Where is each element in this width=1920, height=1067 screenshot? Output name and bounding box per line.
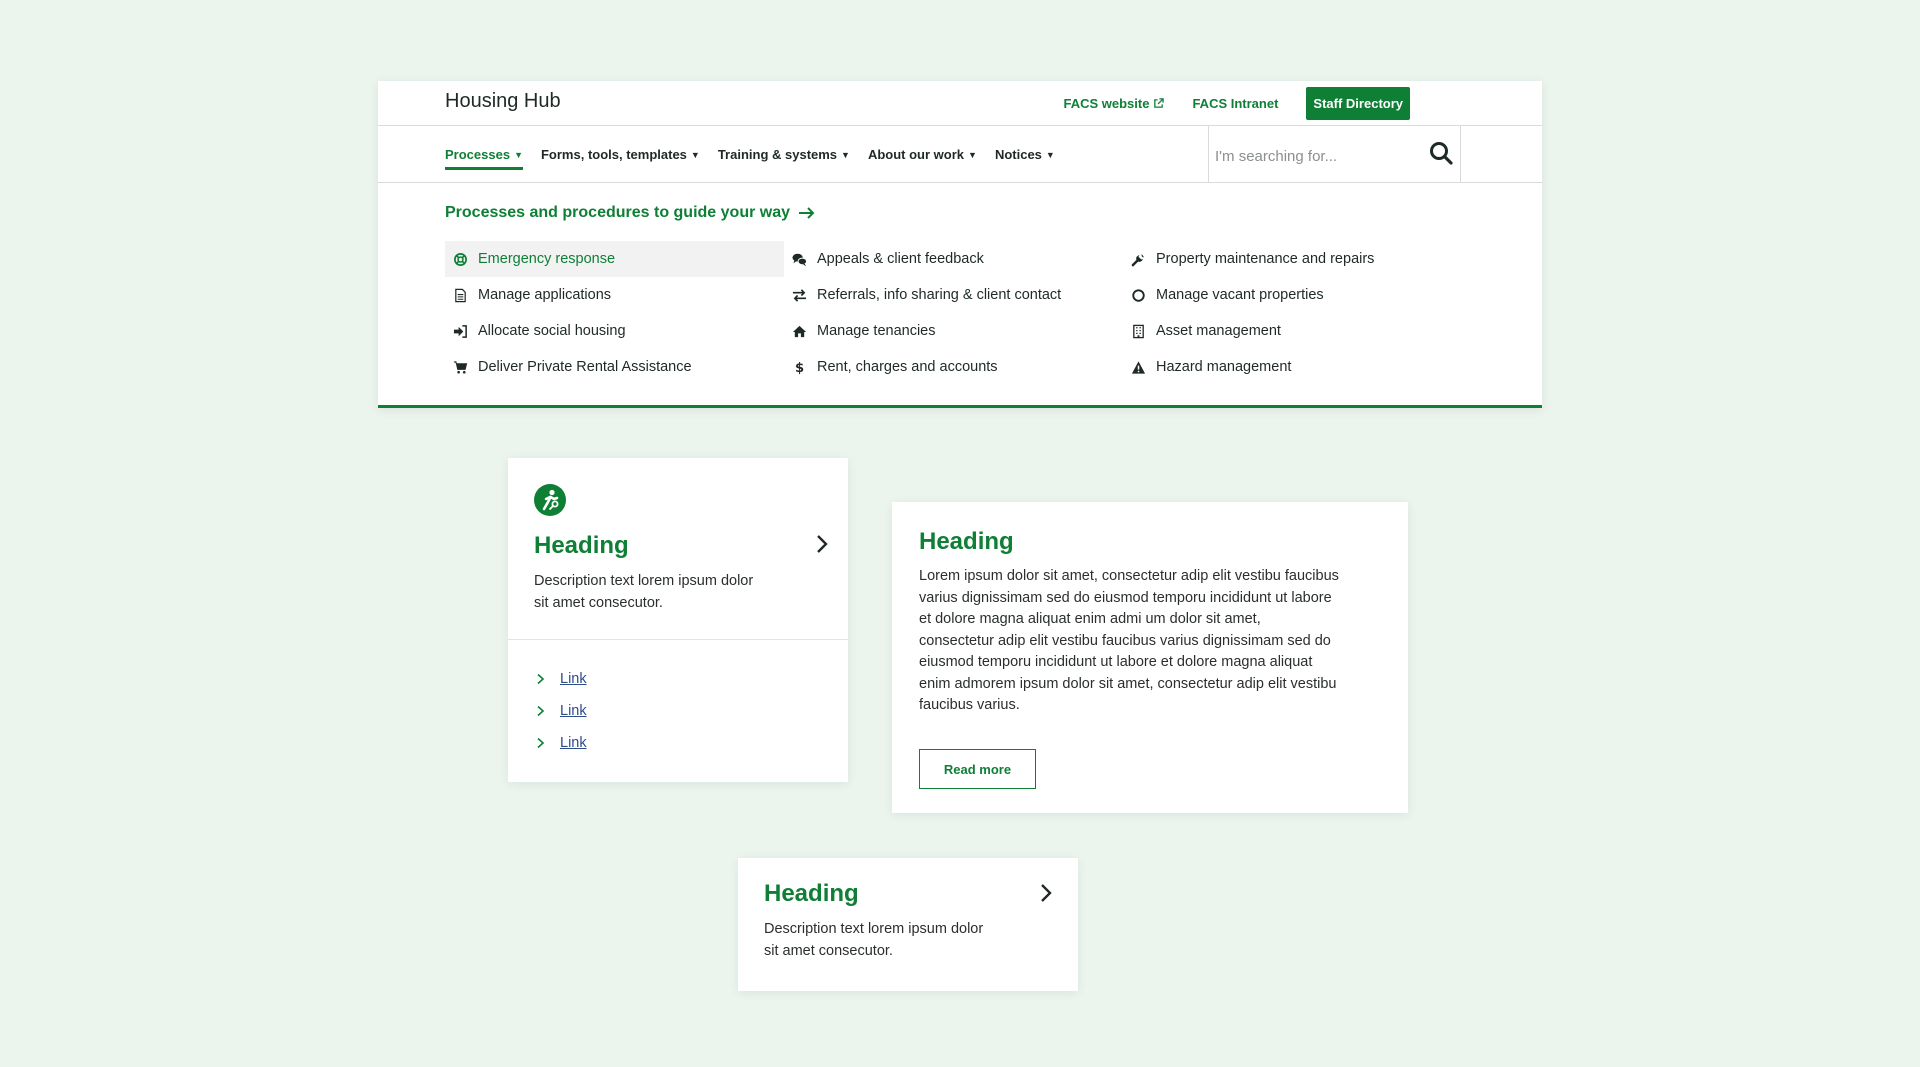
main-nav: Processes ▼ Forms, tools, templates ▼ Trai… — [378, 126, 1542, 183]
search-icon[interactable] — [1428, 140, 1454, 166]
card-heading[interactable]: Heading — [764, 880, 859, 908]
mega-item-label: Referrals, info sharing & client contact — [817, 287, 1062, 303]
mega-item-label: Allocate social housing — [478, 323, 626, 339]
warning-icon — [1131, 360, 1146, 374]
arrow-right-icon — [799, 207, 815, 219]
card-divider — [508, 639, 848, 640]
content-card: Heading Lorem ipsum dolor sit amet, cons… — [892, 502, 1408, 813]
nav-item-training-systems[interactable]: Training & systems ▼ — [718, 126, 850, 183]
mega-item-emergency-response[interactable]: Emergency response — [445, 241, 784, 277]
facs-website-label: FACS website — [1063, 96, 1150, 111]
card-link[interactable]: Link — [560, 671, 587, 687]
read-more-button[interactable]: Read more — [919, 749, 1036, 789]
site-brand[interactable]: Housing Hub — [445, 90, 561, 113]
link-card: Heading Description text lorem ipsum dol… — [508, 458, 848, 782]
site-header-panel: Housing Hub FACS website FACS Intranet S… — [378, 81, 1542, 408]
card-link[interactable]: Link — [560, 703, 587, 719]
svg-text:$: $ — [795, 361, 804, 375]
nav-label: About our work — [867, 147, 965, 162]
dollar-icon: $ — [795, 361, 804, 375]
mega-item-rent-charges-accounts[interactable]: $ Rent, charges and accounts — [784, 349, 1123, 385]
caret-down-icon: ▼ — [690, 149, 700, 160]
caret-down-icon: ▼ — [514, 149, 523, 160]
nav-item-notices[interactable]: Notices ▼ — [995, 126, 1055, 183]
list-item: Link — [536, 663, 587, 695]
card-heading: Heading — [919, 528, 1014, 555]
user-key-badge-icon — [534, 484, 566, 516]
mega-item-manage-vacant-properties[interactable]: Manage vacant properties — [1123, 277, 1406, 313]
mega-item-label: Manage tenancies — [817, 323, 936, 339]
mega-item-manage-applications[interactable]: Manage applications — [445, 277, 784, 313]
mega-item-label: Asset management — [1156, 323, 1281, 339]
mega-item-allocate-social-housing[interactable]: Allocate social housing — [445, 313, 784, 349]
circle-icon — [1132, 288, 1145, 302]
sign-in-icon — [453, 324, 467, 338]
document-icon — [455, 288, 466, 302]
nav-item-forms-tools-templates[interactable]: Forms, tools, templates ▼ — [541, 126, 700, 183]
nav-items: Processes ▼ Forms, tools, templates ▼ Trai… — [445, 126, 1073, 183]
caret-down-icon: ▼ — [1045, 149, 1055, 160]
exchange-icon — [792, 288, 807, 302]
mega-item-label: Manage vacant properties — [1156, 287, 1324, 303]
mega-menu-title-text: Processes and procedures to guide your w… — [445, 204, 790, 221]
utility-links: FACS website FACS Intranet Staff Directo… — [1063, 87, 1410, 120]
nav-label: Training & systems — [717, 147, 838, 162]
mega-item-hazard-management[interactable]: Hazard management — [1123, 349, 1406, 385]
mega-item-label: Appeals & client feedback — [817, 251, 984, 267]
building-icon — [1133, 324, 1144, 338]
chevron-right-icon[interactable] — [813, 533, 831, 555]
card-description: Description text lorem ipsum dolor sit a… — [764, 921, 984, 959]
card-heading[interactable]: Heading — [534, 532, 629, 560]
nav-item-about-our-work[interactable]: About our work ▼ — [868, 126, 977, 183]
lifebuoy-icon — [454, 252, 467, 266]
card-body: Lorem ipsum dolor sit amet, consectetur … — [919, 568, 1339, 713]
facs-intranet-link[interactable]: FACS Intranet — [1192, 96, 1278, 111]
search-input[interactable] — [1215, 144, 1415, 168]
card-link-list: Link Link Link — [536, 663, 587, 759]
cart-icon — [453, 360, 468, 373]
chevron-right-icon — [537, 737, 545, 749]
mega-item-referrals-info-sharing[interactable]: Referrals, info sharing & client contact — [784, 277, 1123, 313]
list-item: Link — [536, 695, 587, 727]
card-description: Description text lorem ipsum dolor sit a… — [534, 573, 754, 611]
mega-menu-title[interactable]: Processes and procedures to guide your w… — [445, 204, 816, 222]
home-icon — [792, 325, 807, 337]
nav-item-processes[interactable]: Processes ▼ — [445, 126, 523, 183]
wrench-icon — [1131, 253, 1144, 266]
chevron-right-icon — [537, 673, 545, 685]
nav-label: Processes — [445, 147, 511, 162]
mega-item-label: Rent, charges and accounts — [817, 359, 998, 375]
mega-item-manage-tenancies[interactable]: Manage tenancies — [784, 313, 1123, 349]
navigation-card[interactable]: Heading Description text lorem ipsum dol… — [738, 858, 1078, 991]
caret-down-icon: ▼ — [841, 149, 850, 160]
staff-directory-button[interactable]: Staff Directory — [1306, 87, 1410, 120]
mega-item-asset-management[interactable]: Asset management — [1123, 313, 1406, 349]
external-link-icon — [1154, 98, 1165, 108]
mega-item-label: Deliver Private Rental Assistance — [478, 359, 692, 375]
top-bar: Housing Hub FACS website FACS Intranet S… — [378, 81, 1542, 126]
chevron-right-icon — [537, 705, 545, 717]
chevron-right-icon[interactable] — [1037, 882, 1055, 904]
mega-item-appeals-client-feedback[interactable]: Appeals & client feedback — [784, 241, 1123, 277]
nav-label: Forms, tools, templates — [540, 147, 687, 162]
card-link[interactable]: Link — [560, 735, 587, 751]
facs-website-link[interactable]: FACS website — [1063, 96, 1165, 111]
caret-down-icon: ▼ — [968, 149, 977, 160]
mega-menu-grid: Emergency response Appeals & client feed… — [445, 241, 1406, 385]
mega-item-deliver-private-rental-assistance[interactable]: Deliver Private Rental Assistance — [445, 349, 784, 385]
nav-label: Notices — [994, 147, 1042, 162]
mega-item-label: Emergency response — [478, 251, 616, 267]
chat-bubbles-icon — [792, 253, 807, 266]
mega-item-label: Property maintenance and repairs — [1156, 251, 1375, 267]
search-box — [1208, 126, 1461, 183]
mega-item-property-maintenance[interactable]: Property maintenance and repairs — [1123, 241, 1406, 277]
mega-item-label: Manage applications — [478, 287, 612, 303]
mega-item-label: Hazard management — [1156, 359, 1292, 375]
list-item: Link — [536, 727, 587, 759]
